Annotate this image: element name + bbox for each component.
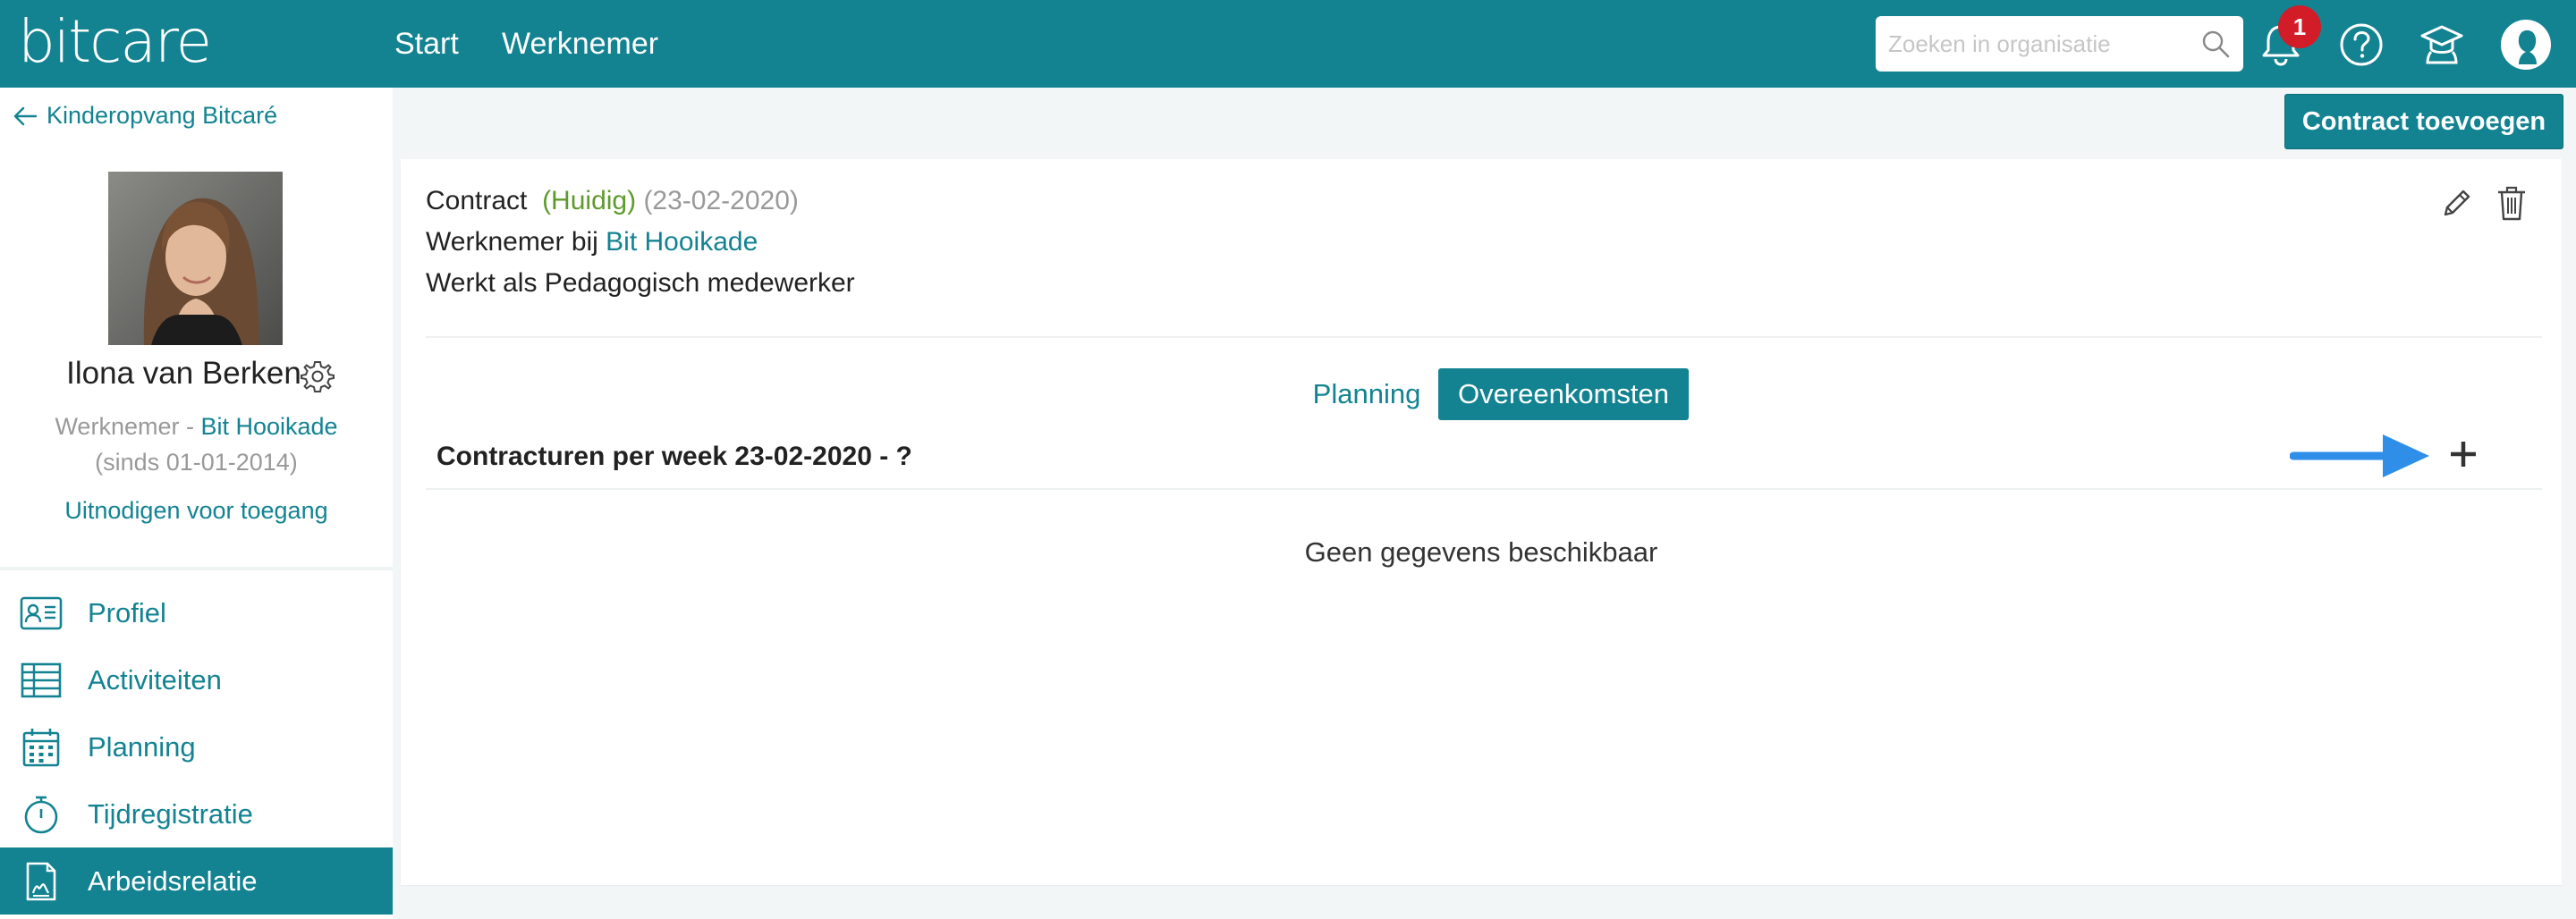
id-card-icon bbox=[20, 596, 63, 630]
trash-icon[interactable] bbox=[2494, 184, 2529, 222]
contract-title: Contract bbox=[426, 186, 528, 215]
employer-line: Werknemer bij Bit Hooikade bbox=[426, 227, 758, 257]
back-link-label: Kinderopvang Bitcaré bbox=[47, 102, 278, 129]
stopwatch-icon bbox=[24, 796, 58, 834]
back-link[interactable]: Kinderopvang Bitcaré bbox=[13, 102, 277, 130]
profile-photo bbox=[108, 172, 283, 345]
employer-prefix: Werknemer bij bbox=[426, 227, 606, 257]
invite-access-link[interactable]: Uitnodigen voor toegang bbox=[0, 497, 393, 525]
search-box bbox=[1876, 16, 2243, 72]
sidebar-divider bbox=[0, 567, 393, 570]
empty-state-message: Geen gegevens beschikbaar bbox=[1304, 536, 1658, 568]
table-icon bbox=[21, 662, 62, 698]
contract-card: Contract (Huidig) (23-02-2020) Werknemer… bbox=[401, 159, 2562, 885]
annotation-arrow-icon bbox=[2290, 434, 2429, 477]
notification-badge: 1 bbox=[2278, 5, 2321, 48]
role-label: Werknemer - bbox=[55, 413, 201, 440]
role-location-link[interactable]: Bit Hooikade bbox=[200, 413, 337, 440]
user-avatar-icon[interactable] bbox=[2499, 18, 2553, 72]
sidebar-item-label: Activiteiten bbox=[88, 664, 222, 696]
gear-icon[interactable] bbox=[301, 359, 335, 393]
bitcare-logo[interactable]: bitcare bbox=[18, 7, 212, 76]
document-icon bbox=[26, 862, 56, 901]
tab-overeenkomsten[interactable]: Overeenkomsten bbox=[1438, 368, 1689, 420]
search-icon[interactable] bbox=[2200, 29, 2231, 59]
sidebar-item-arbeidsrelatie[interactable]: Arbeidsrelatie bbox=[0, 847, 393, 915]
sidebar-item-profiel[interactable]: Profiel bbox=[0, 579, 393, 646]
help-icon[interactable] bbox=[2334, 18, 2388, 72]
graduation-cap-icon[interactable] bbox=[2415, 18, 2469, 72]
sidebar-item-label: Planning bbox=[88, 731, 196, 763]
role-line: Werknemer - Bit Hooikade bbox=[0, 413, 393, 441]
contract-date: (23-02-2020) bbox=[643, 186, 799, 215]
nav-start[interactable]: Start bbox=[394, 27, 459, 62]
tab-planning[interactable]: Planning bbox=[1295, 368, 1438, 420]
sidebar-item-tijdregistratie[interactable]: Tijdregistratie bbox=[0, 780, 393, 847]
plus-icon[interactable] bbox=[2445, 436, 2481, 472]
works-as-line: Werkt als Pedagogisch medewerker bbox=[426, 268, 855, 298]
sidebar-item-label: Arbeidsrelatie bbox=[88, 865, 258, 897]
pencil-icon[interactable] bbox=[2438, 186, 2474, 222]
add-contract-button[interactable]: Contract toevoegen bbox=[2284, 94, 2563, 149]
section-divider bbox=[426, 488, 2542, 490]
sidebar-item-planning[interactable]: Planning bbox=[0, 713, 393, 780]
sidebar: Kinderopvang Bitcaré Ilona van Berken We… bbox=[0, 88, 393, 919]
contract-hours-heading: Contracturen per week 23-02-2020 - ? bbox=[436, 442, 912, 471]
employer-link[interactable]: Bit Hooikade bbox=[606, 227, 758, 257]
nav-werknemer[interactable]: Werknemer bbox=[502, 27, 658, 62]
contract-status: (Huidig) bbox=[542, 186, 637, 215]
sidebar-item-label: Profiel bbox=[88, 597, 166, 628]
calendar-icon bbox=[22, 729, 60, 767]
sidebar-item-label: Tijdregistratie bbox=[88, 798, 253, 830]
arrow-left-icon bbox=[13, 106, 38, 125]
employment-since: (sinds 01-01-2014) bbox=[95, 449, 298, 476]
card-divider bbox=[426, 336, 2542, 338]
top-bar: bitcare Start Werknemer 1 bbox=[0, 0, 2576, 88]
sidebar-item-activiteiten[interactable]: Activiteiten bbox=[0, 646, 393, 713]
contract-title-line: Contract (Huidig) (23-02-2020) bbox=[426, 186, 799, 216]
search-input[interactable] bbox=[1888, 16, 2183, 72]
